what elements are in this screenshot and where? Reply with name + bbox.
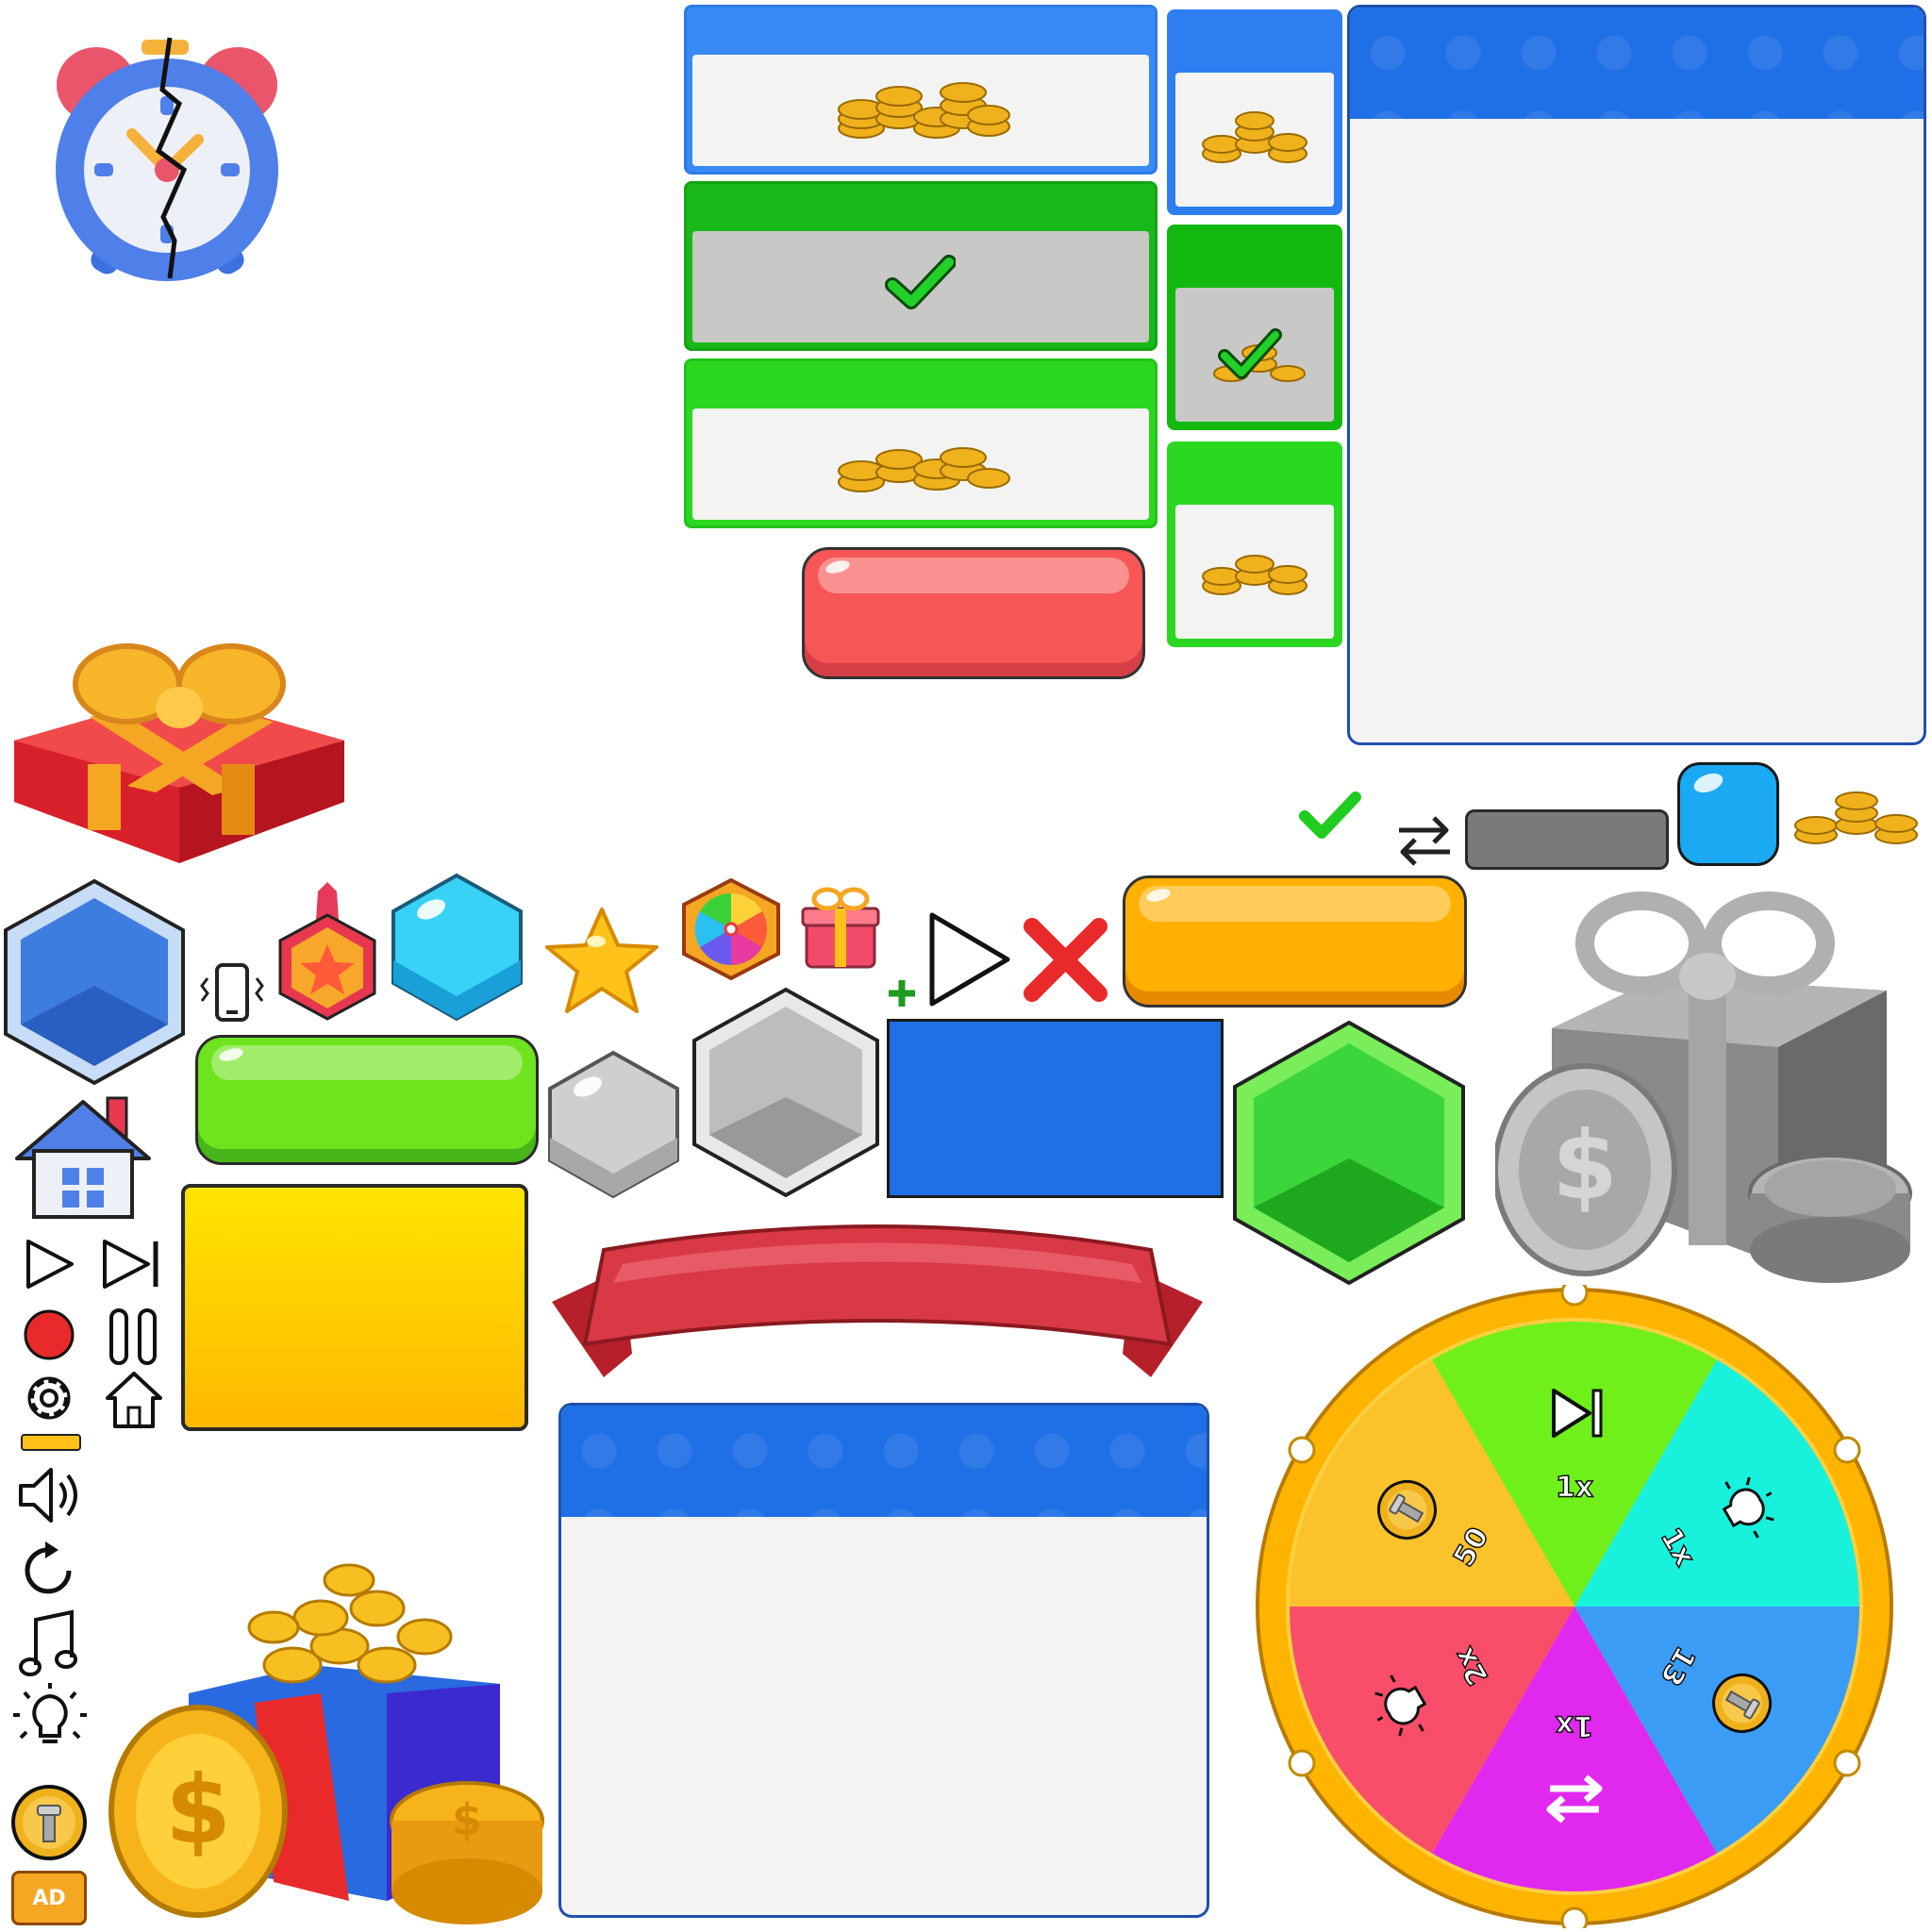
cyan-square-button[interactable] (1677, 762, 1779, 866)
coin-pack-card-bright-green[interactable] (684, 358, 1158, 528)
hex-gem-gray[interactable] (545, 1047, 682, 1203)
home-outline-icon[interactable] (102, 1368, 166, 1432)
silver-gift-coins-icon: $ (1495, 891, 1912, 1283)
coin-pack-card-blue[interactable] (684, 5, 1158, 175)
record-dot-icon[interactable] (21, 1307, 77, 1363)
ribbon-banner (552, 1224, 1203, 1377)
coin-stack-icon (838, 447, 1010, 492)
prize-spin-wheel[interactable]: 1x1x131x2x50 (1253, 1285, 1896, 1928)
blue-rect-panel (887, 1019, 1224, 1198)
red-button[interactable] (802, 547, 1145, 679)
hex-button-green[interactable] (1231, 1019, 1467, 1288)
popup-panel-large (1347, 5, 1926, 745)
svg-text:$: $ (165, 1755, 231, 1865)
music-note-icon[interactable] (19, 1608, 80, 1679)
star-badge-icon (278, 882, 376, 1021)
green-button[interactable] (195, 1035, 539, 1165)
pause-icon[interactable] (106, 1307, 162, 1368)
hex-button-blue[interactable] (2, 877, 187, 1087)
close-x-icon[interactable] (1021, 915, 1110, 1005)
gift-box-icon (14, 643, 344, 863)
checkmark-icon (1218, 328, 1282, 379)
wheel-segment-label: 1x (1556, 1472, 1593, 1505)
phone-vibrate-icon[interactable] (196, 958, 267, 1028)
coin-stack-icon (838, 82, 1010, 139)
gray-progress-bar (1465, 809, 1669, 870)
coin-stack-icon (1202, 111, 1307, 163)
swap-arrows-icon[interactable] (1391, 807, 1457, 873)
star-icon (545, 908, 658, 1013)
coin-stack-icon (1794, 791, 1918, 844)
hex-button-gray[interactable] (691, 986, 881, 1198)
skip-forward-icon[interactable] (99, 1236, 165, 1292)
restart-icon[interactable] (17, 1538, 83, 1604)
plus-icon[interactable] (885, 976, 919, 1010)
checkmark-icon (885, 255, 956, 309)
checkmark-icon (1299, 791, 1361, 839)
home-icon[interactable] (8, 1094, 158, 1222)
broken-alarm-clock-icon (56, 37, 278, 281)
gold-gift-coins-icon: $ $ (108, 1563, 544, 1924)
coin-stack-icon (1202, 555, 1307, 595)
gift-box-icon[interactable] (795, 882, 885, 972)
svg-text:$: $ (452, 1794, 482, 1845)
svg-text:$: $ (1552, 1110, 1618, 1221)
spin-wheel-icon[interactable] (679, 877, 783, 981)
speaker-icon[interactable] (13, 1462, 89, 1528)
screw-coin-icon (11, 1785, 87, 1860)
lightbulb-icon[interactable] (8, 1679, 92, 1759)
play-icon[interactable] (21, 1236, 77, 1292)
yellow-panel (181, 1184, 528, 1431)
hex-gem-cyan[interactable] (389, 870, 525, 1025)
coin-card-small-bright-green[interactable] (1167, 441, 1342, 647)
popup-panel-medium (558, 1403, 1209, 1918)
ad-badge: AD (11, 1871, 87, 1925)
gear-icon[interactable] (21, 1370, 77, 1426)
coin-card-small-blue[interactable] (1167, 9, 1342, 215)
ad-label: AD (32, 1886, 66, 1910)
orange-button[interactable] (1123, 875, 1467, 1008)
play-icon[interactable] (924, 908, 1014, 1011)
wheel-segment-label: 1x (1556, 1709, 1593, 1742)
yellow-bar (21, 1434, 81, 1451)
